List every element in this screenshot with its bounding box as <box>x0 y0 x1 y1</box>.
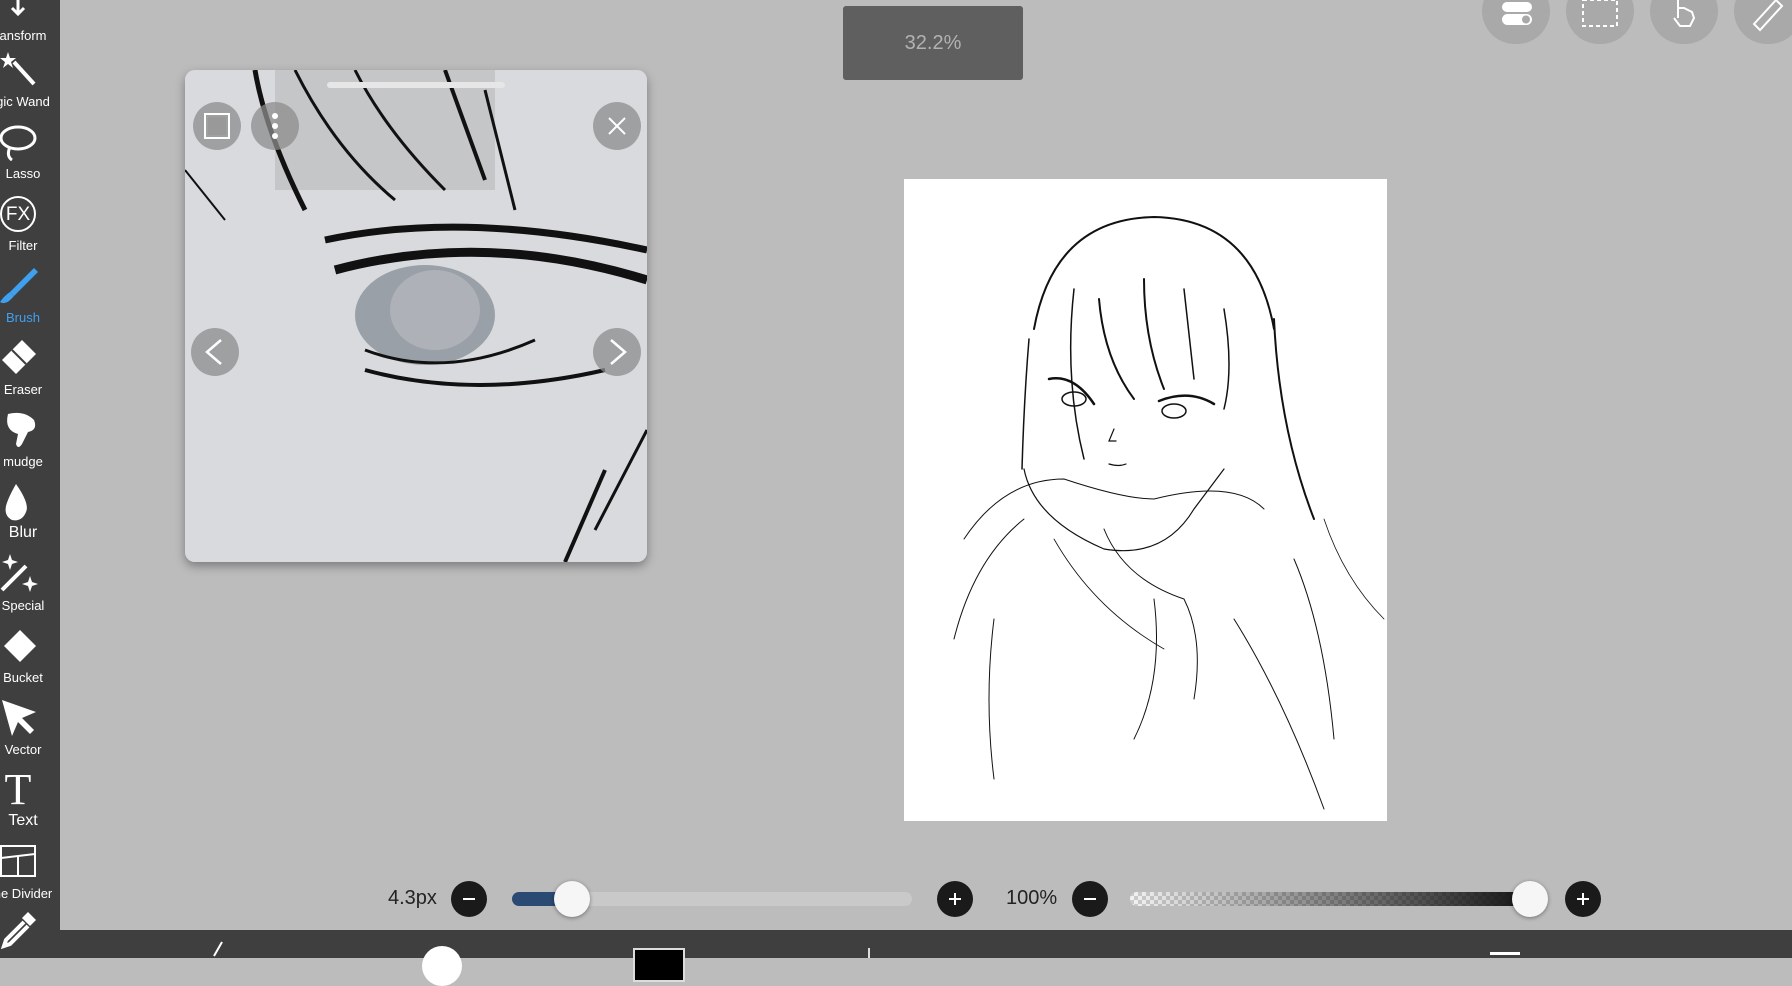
opacity-decrease-button[interactable] <box>1072 881 1108 917</box>
tool-label: Bucket <box>3 670 43 685</box>
smudge-icon <box>7 412 36 447</box>
eraser-icon <box>2 340 36 374</box>
toggle-button[interactable] <box>1482 0 1550 44</box>
tool-bucket[interactable]: Bucket <box>0 622 60 694</box>
opacity-label: 100% <box>1006 887 1058 909</box>
transform-icon <box>10 0 26 17</box>
tool-label: Blur <box>8 524 38 541</box>
next-button[interactable] <box>593 328 641 376</box>
zoom-indicator: 32.2% <box>843 6 1023 80</box>
selection-button[interactable] <box>1566 0 1634 44</box>
tool-filter[interactable]: FX Filter <box>0 190 60 262</box>
brush-icon <box>0 268 38 304</box>
ruler-icon <box>1752 0 1784 32</box>
chevron-left-icon <box>205 339 222 365</box>
minus-icon <box>1084 898 1096 900</box>
tool-label: mudge <box>3 454 43 469</box>
previous-button[interactable] <box>191 328 239 376</box>
tool-palette: ansform gic Wand Lasso FX Filter Brush E… <box>0 0 60 958</box>
undo-icon[interactable] <box>210 938 234 958</box>
vector-cursor-icon <box>2 700 36 736</box>
tool-special[interactable]: Special <box>0 550 60 622</box>
fx-icon-text: FX <box>5 204 31 225</box>
sketch-artwork <box>953 215 1385 810</box>
hand-button[interactable] <box>1650 0 1718 44</box>
text-icon: T <box>4 765 32 814</box>
close-icon <box>608 117 626 135</box>
special-sparkle-icon <box>0 554 38 592</box>
brush-size-increase-button[interactable] <box>937 881 973 917</box>
drag-handle[interactable] <box>327 82 505 88</box>
brush-size-slider-knob[interactable] <box>554 881 590 917</box>
tool-label: Special <box>1 598 45 613</box>
selection-icon <box>1582 0 1618 27</box>
close-button[interactable] <box>593 102 641 150</box>
frame-icon <box>204 113 230 139</box>
tool-label: Filter <box>8 238 38 253</box>
hand-icon <box>1673 0 1696 27</box>
layer-divider <box>868 948 870 958</box>
tool-label: Eraser <box>3 382 43 397</box>
ruler-button[interactable] <box>1734 0 1792 44</box>
opacity-slider[interactable] <box>1130 892 1530 906</box>
tool-label: ansform <box>0 28 47 43</box>
tool-label: Text <box>8 812 38 829</box>
more-button[interactable] <box>251 102 299 150</box>
bottom-toolbar <box>60 930 1792 986</box>
plus-icon <box>949 893 961 905</box>
brush-preview-icon[interactable] <box>422 946 462 986</box>
opacity-increase-button[interactable] <box>1565 881 1601 917</box>
tool-label: Brush <box>6 310 40 325</box>
more-icon <box>272 113 278 139</box>
tool-label: Lasso <box>5 166 41 181</box>
menu-icon[interactable] <box>1490 952 1520 955</box>
tool-label: gic Wand <box>0 94 50 109</box>
tool-blur[interactable]: Blur <box>0 478 60 550</box>
tool-brush[interactable]: Brush <box>0 262 60 334</box>
toggle-icon <box>1502 2 1532 25</box>
brush-size-label: 4.3px <box>388 887 437 909</box>
tool-magic-wand[interactable]: gic Wand <box>0 46 60 118</box>
tool-smudge[interactable]: mudge <box>0 406 60 478</box>
chevron-right-icon <box>610 339 627 365</box>
reference-window[interactable] <box>185 70 647 562</box>
drawing-canvas[interactable] <box>904 179 1387 821</box>
plus-icon <box>1577 893 1589 905</box>
color-swatch[interactable] <box>633 948 685 982</box>
eyedropper-icon <box>0 912 36 950</box>
tool-vector[interactable]: Vector <box>0 694 60 766</box>
tool-eraser[interactable]: Eraser <box>0 334 60 406</box>
blur-drop-icon <box>5 484 27 521</box>
magic-wand-icon <box>0 52 36 86</box>
minus-icon <box>463 898 475 900</box>
tool-lasso[interactable]: Lasso <box>0 118 60 190</box>
frame-divider-icon <box>0 845 36 877</box>
tool-text[interactable]: T Text <box>0 766 60 838</box>
tool-label: Vector <box>4 742 42 757</box>
tool-eyedropper[interactable] <box>0 906 60 958</box>
frame-button[interactable] <box>193 102 241 150</box>
bucket-icon <box>4 630 36 662</box>
brush-size-decrease-button[interactable] <box>451 881 487 917</box>
tool-label: ne Divider <box>0 886 53 901</box>
lasso-icon <box>0 125 37 162</box>
tool-transform[interactable]: ansform <box>0 0 60 52</box>
tool-frame-divider[interactable]: ne Divider <box>0 838 60 910</box>
opacity-slider-knob[interactable] <box>1512 881 1548 917</box>
